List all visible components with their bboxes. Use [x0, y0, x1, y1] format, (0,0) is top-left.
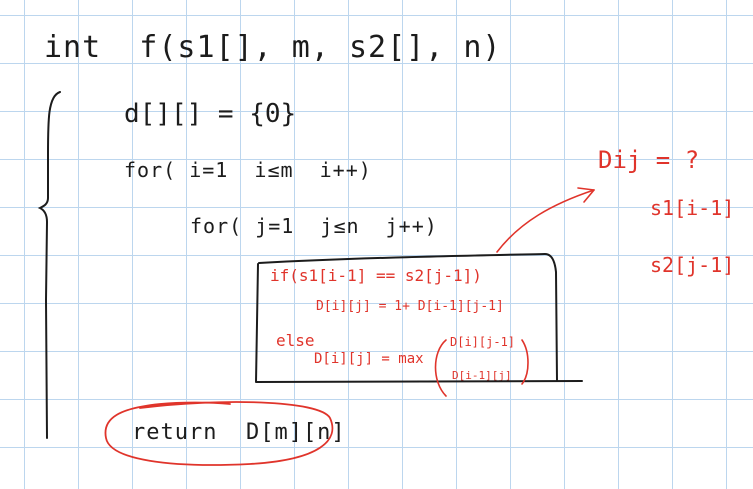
pen-strokes	[37, 91, 595, 466]
note-canvas: int f(s1[], m, s2[], n) d[][] = {0} for(…	[0, 0, 753, 489]
recurrence-box-stroke	[255, 253, 583, 383]
left-brace-stroke	[37, 91, 61, 439]
arrow-stroke	[496, 189, 595, 253]
max-close-paren-stroke	[521, 339, 529, 385]
return-circle-stroke	[104, 401, 334, 466]
max-open-paren-stroke	[434, 339, 447, 397]
